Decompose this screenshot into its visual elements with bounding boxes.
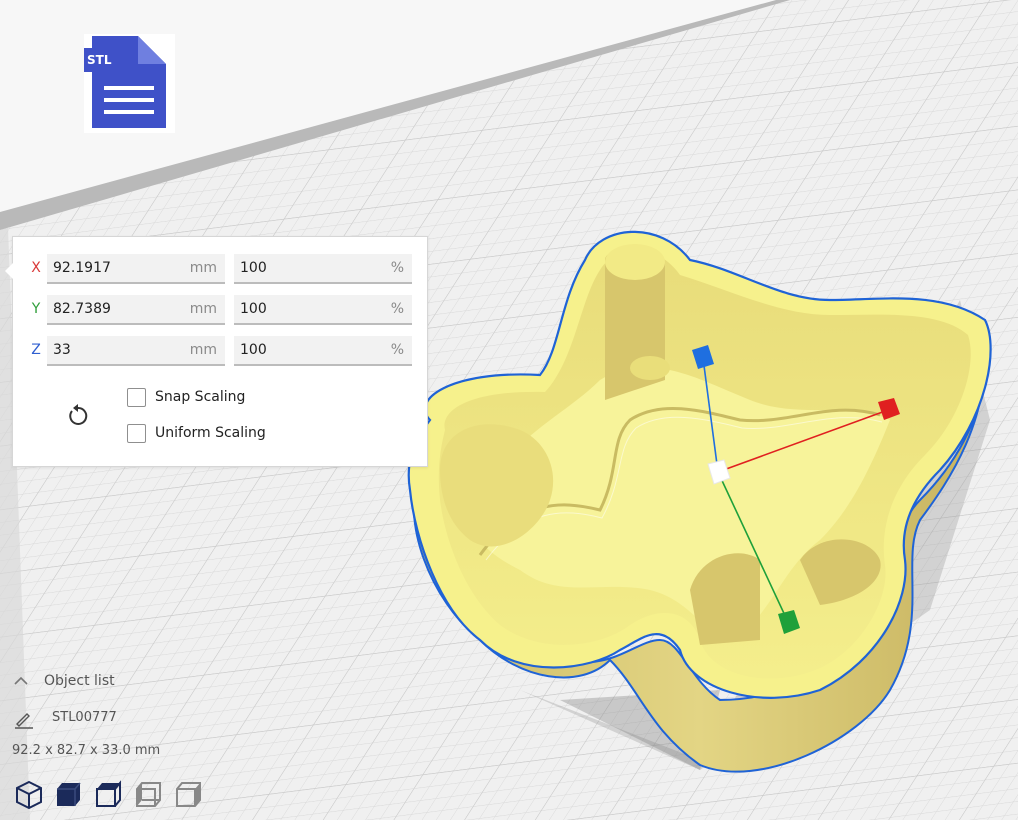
width-percent-input[interactable]: 100 % xyxy=(234,254,412,284)
view-front-icon xyxy=(57,782,81,806)
height-percent-input[interactable]: 100 % xyxy=(234,336,412,366)
view-left-icon xyxy=(136,782,161,807)
view-right-button[interactable] xyxy=(172,778,206,812)
uniform-scaling-box[interactable] xyxy=(127,424,146,443)
stl-file-label: STL xyxy=(87,53,112,67)
snap-scaling-label: Snap Scaling xyxy=(155,389,246,405)
axis-x-label: X xyxy=(31,260,41,276)
object-dimensions: 92.2 x 82.7 x 33.0 mm xyxy=(12,743,161,758)
snap-scaling-box[interactable] xyxy=(127,388,146,407)
view-3d-button[interactable] xyxy=(12,778,46,812)
panel-pointer xyxy=(5,263,13,279)
reset-icon xyxy=(69,404,88,425)
axis-z-label: Z xyxy=(31,342,41,358)
axis-y-label: Y xyxy=(31,301,41,317)
view-left-button[interactable] xyxy=(132,778,166,812)
chevron-up-icon xyxy=(14,676,28,685)
scale-tool-panel: X 92.1917 mm 100 % Y 82.7389 mm 100 % Z … xyxy=(5,236,428,467)
depth-mm-input[interactable]: 82.7389 mm xyxy=(47,295,225,325)
object-list-label: Object list xyxy=(44,673,115,689)
depth-percent-input[interactable]: 100 % xyxy=(234,295,412,325)
view-top-button[interactable] xyxy=(92,778,126,812)
height-mm-input[interactable]: 33 mm xyxy=(47,336,225,366)
view-3d-icon xyxy=(16,780,42,810)
stl-file-icon: STL xyxy=(84,34,175,133)
view-right-icon xyxy=(176,782,201,807)
view-top-icon xyxy=(96,780,121,807)
uniform-scaling-label: Uniform Scaling xyxy=(155,425,266,441)
width-mm-input[interactable]: 92.1917 mm xyxy=(47,254,225,284)
reset-scale-button[interactable] xyxy=(63,401,93,431)
view-front-button[interactable] xyxy=(52,778,86,812)
object-name: STL00777 xyxy=(52,710,117,725)
pencil-icon xyxy=(15,713,33,729)
